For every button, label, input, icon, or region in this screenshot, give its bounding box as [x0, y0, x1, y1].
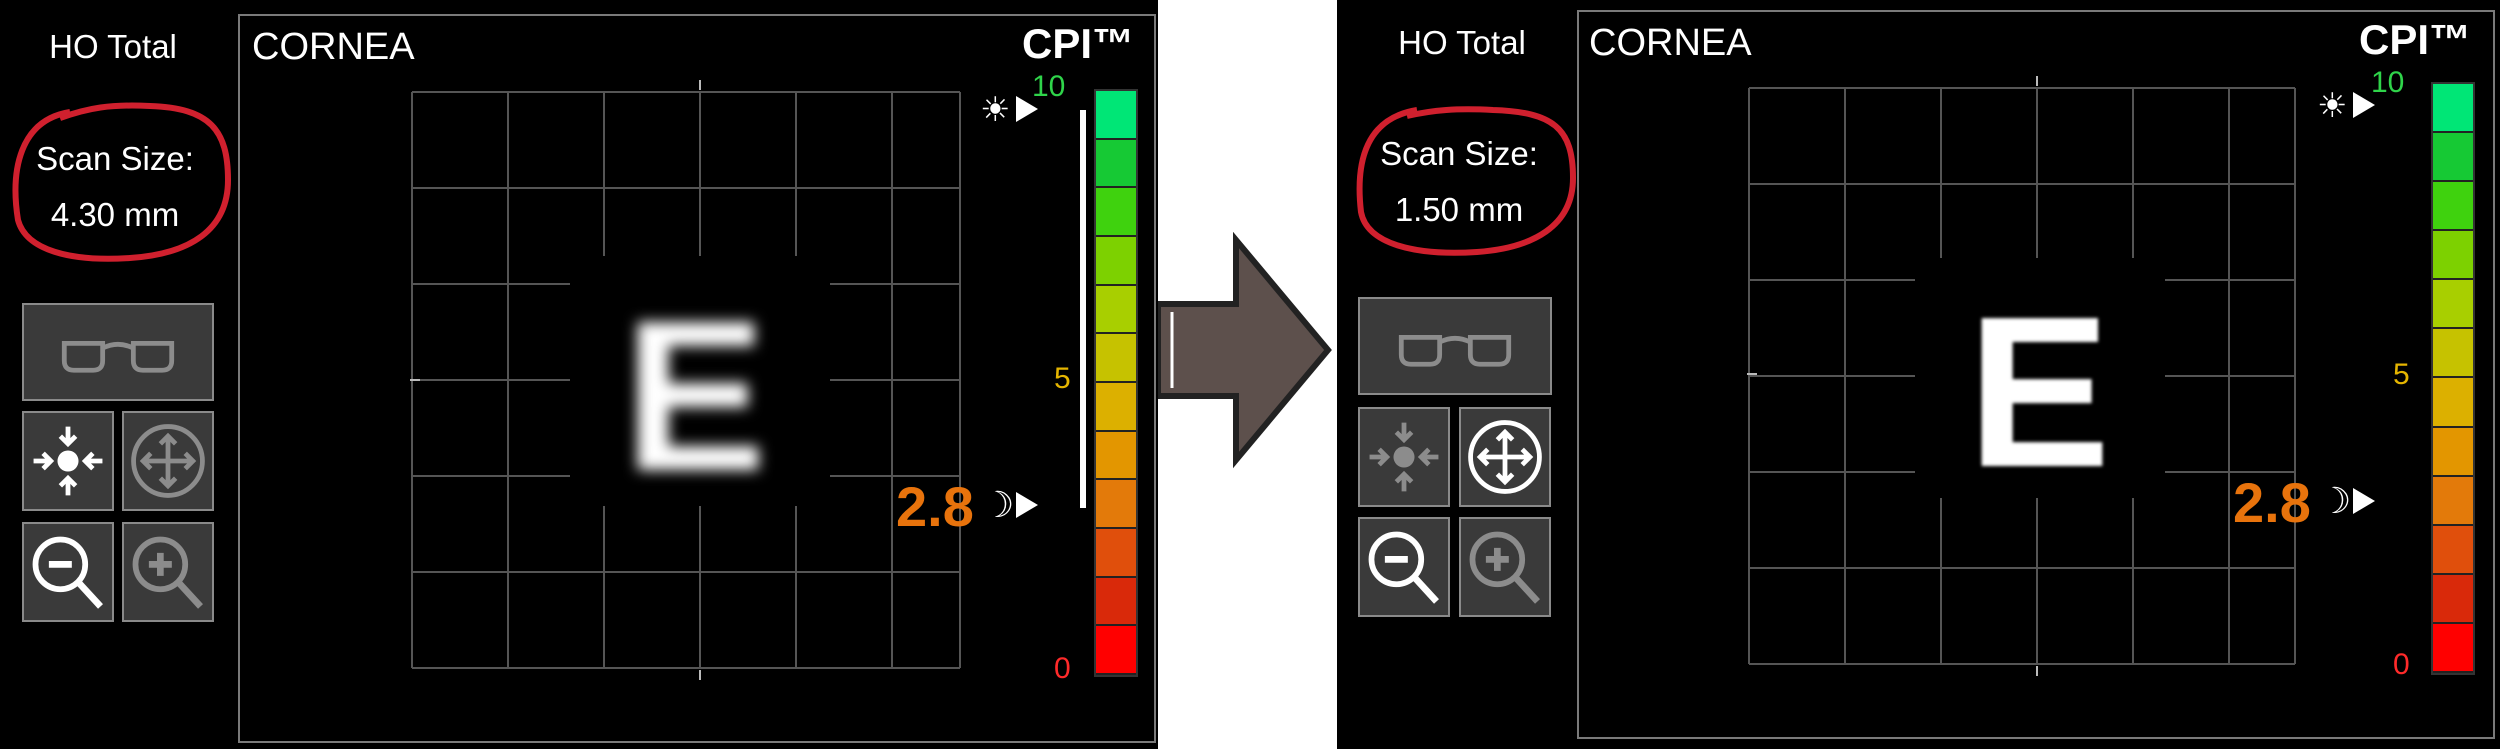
- night-marker-icon: [2353, 488, 2375, 514]
- zoom-in-button[interactable]: [122, 522, 214, 622]
- scan-size-label: Scan Size:: [1380, 135, 1538, 172]
- moon-icon: ☽: [982, 484, 1015, 525]
- cpi-value: 2.8: [2233, 471, 2311, 534]
- cpi-max-label: 10: [2371, 66, 2405, 99]
- center-button[interactable]: [1358, 407, 1450, 507]
- center-icon: [1369, 422, 1439, 492]
- sun-icon: ☀: [980, 91, 1011, 129]
- move-icon: [131, 424, 205, 498]
- scan-size-box: Scan Size: 1.50 mm: [1359, 126, 1559, 238]
- night-marker-icon: [1016, 492, 1038, 518]
- cpi-mid-label: 5: [2393, 358, 2410, 391]
- sun-icon: ☀: [2317, 87, 2348, 125]
- ho-total-title: HO Total: [1398, 24, 1526, 61]
- cpi-scale: [1094, 89, 1138, 677]
- move-button[interactable]: [122, 411, 214, 511]
- optotype-e: E: [623, 275, 767, 516]
- day-marker-icon: [2353, 92, 2375, 118]
- before-panel: HO Total Scan Size: 4.30 mm CORNEA E CPI…: [0, 0, 1158, 749]
- spectacle-correction-button[interactable]: [22, 303, 214, 401]
- spectacle-correction-button[interactable]: [1358, 297, 1552, 395]
- cpi-slider-track[interactable]: [1080, 110, 1086, 508]
- cornea-view: CORNEA E: [1577, 10, 2495, 739]
- optotype-e: E: [1967, 271, 2111, 512]
- move-button[interactable]: [1459, 407, 1551, 507]
- zoom-out-button[interactable]: [1358, 517, 1450, 617]
- cornea-view: CORNEA E: [238, 14, 1156, 743]
- cpi-title: CPI™: [2359, 16, 2472, 63]
- scan-size-box: Scan Size: 4.30 mm: [15, 131, 215, 243]
- cpi-title: CPI™: [1022, 20, 1135, 67]
- glasses-icon: [61, 340, 175, 373]
- zoom-in-button[interactable]: [1459, 517, 1551, 617]
- zoom-out-icon: [1368, 531, 1439, 604]
- ho-total-title: HO Total: [49, 28, 177, 65]
- glasses-icon: [1398, 334, 1512, 367]
- zoom-in-icon: [132, 536, 203, 609]
- right-arrow-icon: [1158, 232, 1332, 469]
- cpi-min-label: 0: [1054, 652, 1071, 685]
- cpi-mid-label: 5: [1054, 362, 1071, 395]
- zoom-in-icon: [1469, 531, 1540, 604]
- scan-size-label: Scan Size:: [36, 140, 194, 177]
- after-panel: HO Total Scan Size: 1.50 mm CORNEA E CPI…: [1337, 0, 2500, 749]
- moon-icon: ☽: [2319, 480, 2352, 521]
- scan-size-value: 1.50 mm: [1394, 191, 1524, 228]
- scan-size-value: 4.30 mm: [50, 196, 180, 233]
- cpi-value: 2.8: [896, 475, 974, 538]
- zoom-out-button[interactable]: [22, 522, 114, 622]
- center-icon: [33, 426, 103, 496]
- cpi-min-label: 0: [2393, 648, 2410, 681]
- day-marker-icon: [1016, 96, 1038, 122]
- zoom-out-icon: [32, 536, 103, 609]
- cpi-scale: [2431, 82, 2475, 675]
- move-icon: [1468, 420, 1542, 494]
- center-button[interactable]: [22, 411, 114, 511]
